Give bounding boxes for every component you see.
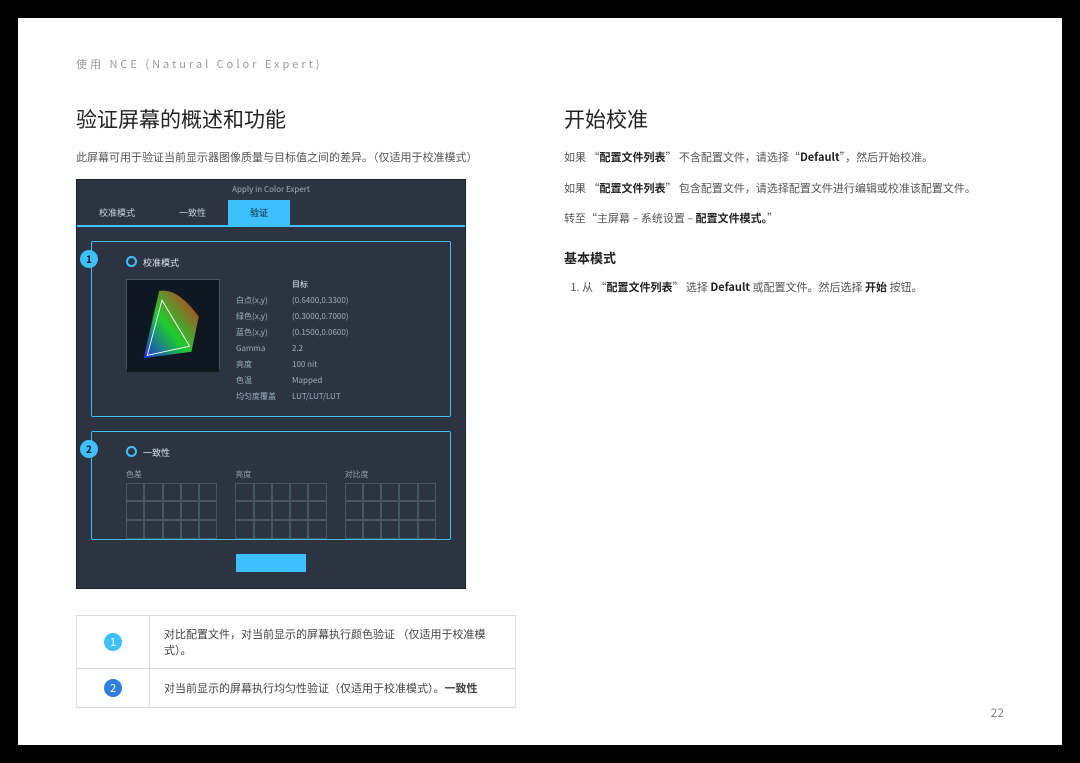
ss-panel1-title: 校准模式 [126,256,436,269]
steps-list: 从 “配置文件列表” 选择 Default 或配置文件。然后选择 开始 按钮。 [564,277,1004,298]
right-heading: 开始校准 [564,104,1004,134]
spec-label: 色温 [236,375,276,386]
manual-page: 使用 NCE (Natural Color Expert) 验证屏幕的概述和功能… [18,18,1062,745]
spec-label: 白点(x,y) [236,295,276,306]
table-row: 1 对比配置文件，对当前显示的屏幕执行颜色验证 （仅适用于校准模式）。 [77,615,516,668]
table-row: 2 对当前显示的屏幕执行均匀性验证（仅适用于校准模式）。一致性 [77,668,516,707]
right-p1: 如果 “配置文件列表” 不含配置文件，请选择“Default”，然后开始校准。 [564,148,1004,167]
gamut-triangle [126,279,220,369]
left-column: 验证屏幕的概述和功能 此屏幕可用于验证当前显示器图像质量与目标值之间的差异。（仅… [76,104,516,708]
page-number: 22 [991,704,1004,721]
ss-tab-0[interactable]: 校准模式 [77,200,157,225]
ugrid-1: 亮度 [235,469,326,525]
callout-badge-1: 1 [104,633,122,651]
ss-titlebar: Apply in Color Expert [77,180,465,200]
right-p2: 如果 “配置文件列表” 包含配置文件，请选择配置文件进行编辑或校准该配置文件。 [564,179,1004,198]
right-p3: 转至“主屏幕 – 系统设置 – 配置文件模式。” [564,209,1004,228]
ss-panel1-num: 1 [80,250,98,268]
screenshot-figure: Apply in Color Expert 校准模式 一致性 验证 1 校准模式 [76,179,466,589]
spec-label: 亮度 [236,359,276,370]
right-column: 开始校准 如果 “配置文件列表” 不含配置文件，请选择“Default”，然后开… [564,104,1004,708]
callout-badge-2: 2 [104,679,122,697]
ugrid-2: 对比度 [345,469,436,525]
spec-label: 均匀度覆盖 [236,391,276,402]
breadcrumb: 使用 NCE (Natural Color Expert) [76,56,1004,72]
ss-panel-1: 1 校准模式 [91,241,451,417]
left-intro: 此屏幕可用于验证当前显示器图像质量与目标值之间的差异。（仅适用于校准模式） [76,148,516,167]
ugrid-0: 色差 [126,469,217,525]
ss-panel-2: 2 一致性 色差 亮度 [91,431,451,540]
ss-tabs: 校准模式 一致性 验证 [77,200,465,227]
ss-spec-table: 目标 白点(x,y)(0.6400,0.3300) 绿色(x,y)(0.3000… [236,279,436,402]
callout-text-2: 对当前显示的屏幕执行均匀性验证（仅适用于校准模式）。一致性 [150,668,516,707]
list-item: 从 “配置文件列表” 选择 Default 或配置文件。然后选择 开始 按钮。 [582,277,1004,298]
callout-text-1: 对比配置文件，对当前显示的屏幕执行颜色验证 （仅适用于校准模式）。 [150,615,516,668]
left-heading: 验证屏幕的概述和功能 [76,104,516,134]
spec-label: 绿色(x,y) [236,311,276,322]
callout-table: 1 对比配置文件，对当前显示的屏幕执行颜色验证 （仅适用于校准模式）。 2 对当… [76,615,516,708]
ss-tab-2[interactable]: 验证 [228,200,290,225]
ss-tab-1[interactable]: 一致性 [157,200,228,225]
right-subheading: 基本模式 [564,248,1004,267]
spec-label: 蓝色(x,y) [236,327,276,338]
ss-start-button[interactable] [236,554,306,572]
ss-panel2-num: 2 [80,440,98,458]
spec-label: Gamma [236,343,276,354]
ss-panel2-title: 一致性 [126,446,436,459]
